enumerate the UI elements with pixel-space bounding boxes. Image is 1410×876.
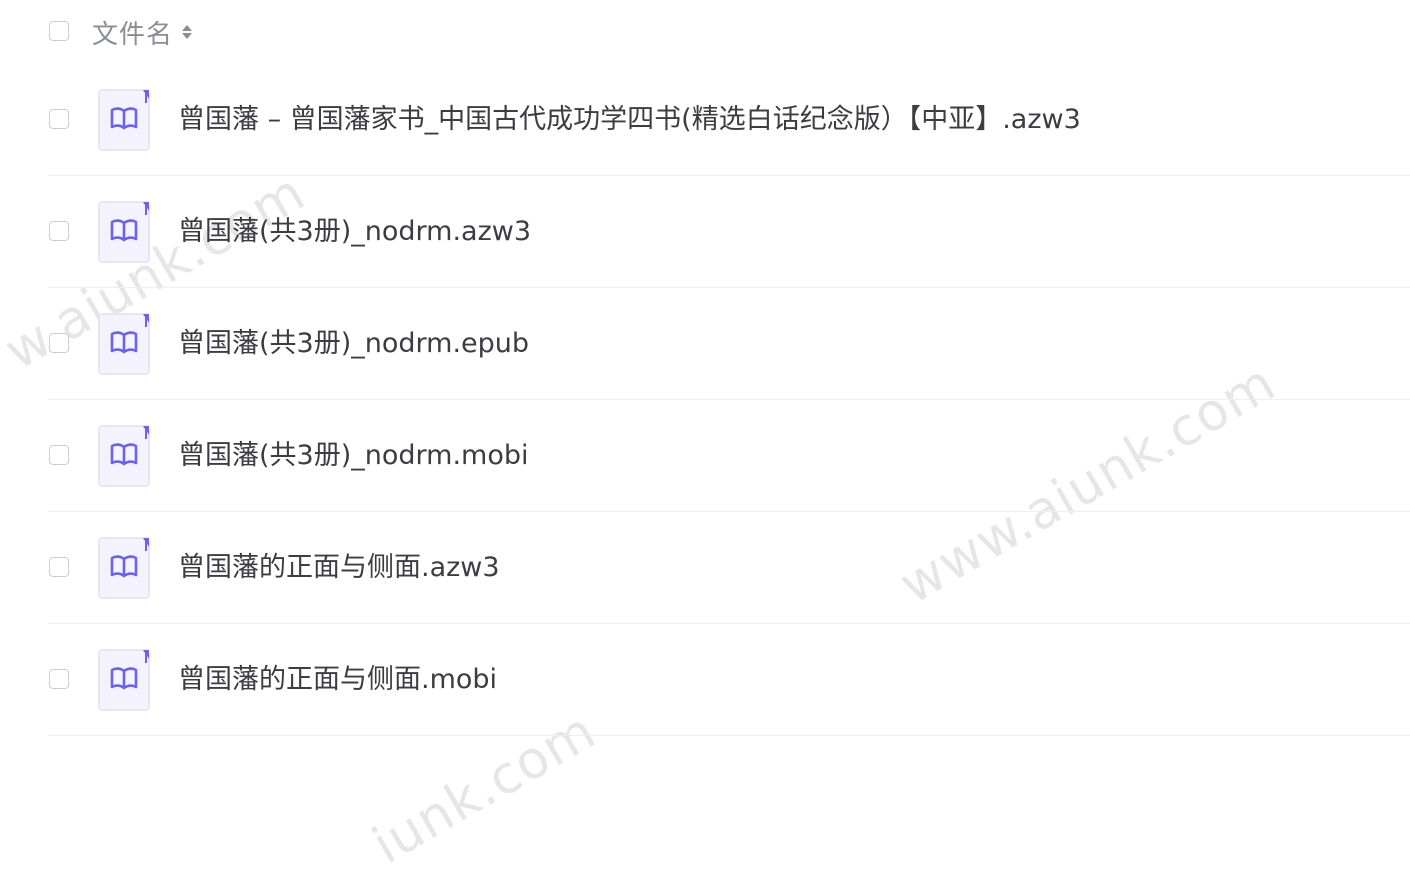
book-file-icon [98,201,150,263]
file-select-checkbox[interactable] [49,221,69,241]
file-name-link[interactable]: 曾国藩(共3册)_nodrm.azw3 [178,210,531,254]
file-name-link[interactable]: 曾国藩的正面与侧面.azw3 [178,546,500,590]
select-all-checkbox[interactable] [49,21,69,41]
file-name-link[interactable]: 曾国藩(共3册)_nodrm.mobi [178,434,529,478]
book-file-icon [98,313,150,375]
file-row[interactable]: 曾国藩的正面与侧面.mobi [0,624,1410,736]
file-name-link[interactable]: 曾国藩的正面与侧面.mobi [178,658,497,702]
book-file-icon [98,425,150,487]
filename-column-label: 文件名 [92,19,174,50]
book-file-icon [98,537,150,599]
book-file-icon [98,89,150,151]
file-row[interactable]: 曾国藩 – 曾国藩家书_中国古代成功学四书(精选白话纪念版）【中亚】.azw3 [0,64,1410,176]
book-file-icon [98,649,150,711]
file-select-checkbox[interactable] [49,557,69,577]
file-select-checkbox[interactable] [49,109,69,129]
filename-column-header[interactable]: 文件名 [92,14,193,50]
file-list-header: 文件名 [0,0,1410,64]
file-row[interactable]: 曾国藩的正面与侧面.azw3 [0,512,1410,624]
file-select-checkbox[interactable] [49,333,69,353]
file-row[interactable]: 曾国藩(共3册)_nodrm.mobi [0,400,1410,512]
file-name-link[interactable]: 曾国藩 – 曾国藩家书_中国古代成功学四书(精选白话纪念版）【中亚】.azw3 [178,98,1081,142]
file-name-link[interactable]: 曾国藩(共3册)_nodrm.epub [178,322,529,366]
sort-updown-icon[interactable] [181,20,193,44]
file-row[interactable]: 曾国藩(共3册)_nodrm.epub [0,288,1410,400]
row-divider [48,735,1410,736]
file-select-checkbox[interactable] [49,669,69,689]
file-select-checkbox[interactable] [49,445,69,465]
file-row[interactable]: 曾国藩(共3册)_nodrm.azw3 [0,176,1410,288]
